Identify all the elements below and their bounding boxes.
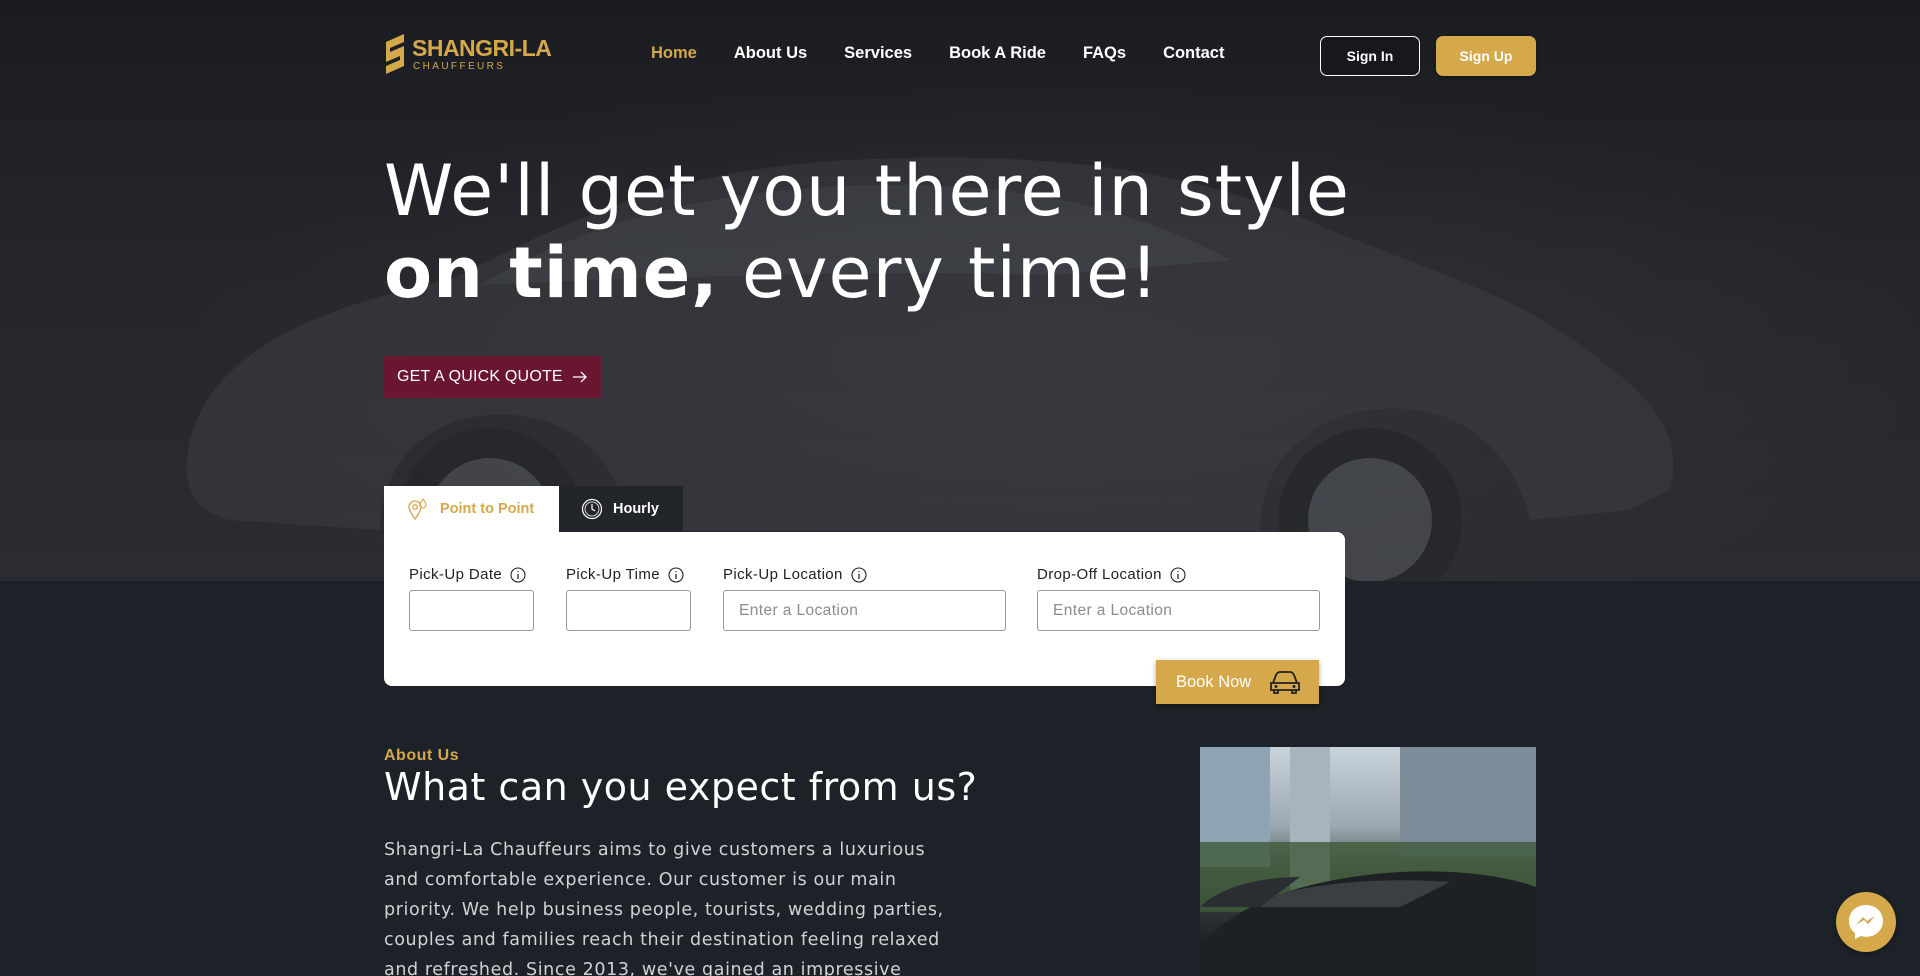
nav-item-faqs[interactable]: FAQs — [1083, 44, 1126, 63]
map-pin-icon — [408, 498, 427, 521]
pickup-date-group: Pick-Up Date — [409, 566, 534, 631]
dropoff-location-input[interactable] — [1037, 590, 1320, 631]
fleet-photo-drawing — [1200, 747, 1536, 976]
pickup-location-label-text: Pick-Up Location — [723, 566, 843, 583]
main-menu: Home About Us Services Book A Ride FAQs … — [651, 44, 1261, 63]
pickup-time-group: Pick-Up Time — [566, 566, 691, 631]
pickup-time-label: Pick-Up Time — [566, 566, 691, 583]
pickup-time-input[interactable] — [566, 590, 691, 631]
book-now-label: Book Now — [1176, 672, 1252, 691]
nav-item-contact[interactable]: Contact — [1163, 44, 1224, 63]
car-icon — [1270, 671, 1300, 694]
messenger-chat-button[interactable] — [1836, 892, 1896, 952]
nav-item-about-us[interactable]: About Us — [734, 44, 807, 63]
headline-line-1: We'll get you there in style — [384, 150, 1350, 232]
info-icon[interactable] — [510, 566, 526, 583]
nav-item-home[interactable]: Home — [651, 44, 697, 63]
info-icon[interactable] — [668, 566, 684, 583]
messenger-icon — [1849, 905, 1883, 939]
tab-point-to-point[interactable]: Point to Point — [384, 486, 559, 532]
tab-point-to-point-label: Point to Point — [440, 501, 535, 517]
pickup-location-input[interactable] — [723, 590, 1006, 631]
hero-section: SHANGRI-LA CHAUFFEURS Home About Us Serv… — [0, 0, 1920, 581]
pickup-date-input[interactable] — [409, 590, 534, 631]
quick-quote-button[interactable]: GET A QUICK QUOTE — [384, 356, 601, 398]
logo-tagline: CHAUFFEURS — [413, 61, 506, 72]
logo-mark-icon — [386, 34, 404, 74]
dropoff-location-label: Drop-Off Location — [1037, 566, 1320, 583]
arrow-right-icon — [573, 371, 587, 383]
pickup-location-label: Pick-Up Location — [723, 566, 1006, 583]
tab-hourly-label: Hourly — [613, 501, 659, 517]
about-kicker: About Us — [384, 747, 460, 764]
pickup-time-label-text: Pick-Up Time — [566, 566, 660, 583]
headline-bold: on time, — [384, 232, 719, 314]
nav-item-services[interactable]: Services — [844, 44, 912, 63]
about-body: Shangri-La Chauffeurs aims to give custo… — [384, 840, 944, 976]
hero-headline: We'll get you there in style on time, ev… — [384, 150, 1350, 314]
brand-logo[interactable]: SHANGRI-LA CHAUFFEURS — [384, 34, 559, 76]
pickup-date-label-text: Pick-Up Date — [409, 566, 503, 583]
sign-up-button[interactable]: Sign Up — [1436, 36, 1536, 76]
booking-tabs: Point to Point Hourly — [384, 486, 683, 532]
top-nav: SHANGRI-LA CHAUFFEURS Home About Us Serv… — [384, 30, 1536, 80]
headline-rest: every time! — [718, 232, 1160, 314]
nav-item-book-a-ride[interactable]: Book A Ride — [949, 44, 1046, 63]
info-icon[interactable] — [1170, 566, 1186, 583]
fleet-photo — [1200, 747, 1536, 976]
dropoff-location-label-text: Drop-Off Location — [1037, 566, 1162, 583]
logo-name: SHANGRI-LA — [412, 35, 552, 61]
headline-line-2: on time, every time! — [384, 232, 1350, 314]
dropoff-location-group: Drop-Off Location — [1037, 566, 1320, 631]
pickup-location-group: Pick-Up Location — [723, 566, 1006, 631]
quick-quote-label: GET A QUICK QUOTE — [397, 368, 563, 385]
book-now-button[interactable]: Book Now — [1156, 660, 1319, 704]
sign-in-button[interactable]: Sign In — [1320, 36, 1420, 76]
clock-icon — [581, 498, 603, 520]
about-title: What can you expect from us? — [384, 765, 978, 809]
tab-hourly[interactable]: Hourly — [559, 486, 683, 532]
pickup-date-label: Pick-Up Date — [409, 566, 534, 583]
info-icon[interactable] — [851, 566, 867, 583]
